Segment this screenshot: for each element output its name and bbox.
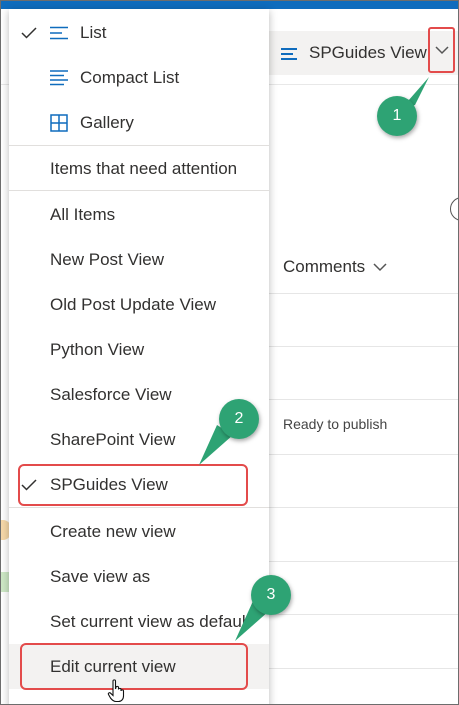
menu-item-label: Save view as	[50, 566, 151, 586]
menu-item-label: Set current view as defaul	[50, 611, 246, 631]
menu-item-compact-list[interactable]: Compact List	[9, 55, 269, 100]
row-divider	[269, 668, 458, 669]
screenshot-frame: SPGuides View Comments Ready to publish …	[0, 0, 459, 705]
menu-item-label: Compact List	[80, 67, 180, 87]
menu-item-python-view[interactable]: Python View	[9, 327, 269, 372]
compact-list-icon	[50, 69, 68, 85]
menu-item-all-items[interactable]: All Items	[9, 192, 269, 237]
row-divider	[269, 614, 458, 615]
menu-item-label: Salesforce View	[50, 384, 172, 404]
row-divider	[269, 399, 458, 400]
info-button[interactable]	[450, 197, 458, 221]
menu-item-label: Gallery	[80, 112, 134, 132]
row-divider	[269, 507, 458, 508]
row-divider	[269, 293, 458, 294]
menu-item-create-new-view[interactable]: Create new view	[9, 509, 269, 554]
view-dropdown-toggle[interactable]	[428, 27, 455, 73]
menu-item-label: SharePoint View	[50, 429, 176, 449]
highlight-spguides-view	[18, 464, 248, 506]
list-icon	[281, 47, 299, 60]
menu-item-label: List	[80, 22, 107, 42]
chevron-down-icon	[373, 262, 387, 271]
callout-badge-2: 2	[219, 399, 259, 439]
menu-item-list[interactable]: List	[9, 10, 269, 55]
menu-item-label: All Items	[50, 204, 116, 224]
menu-divider	[9, 190, 269, 191]
callout-badge-1: 1	[377, 96, 417, 136]
menu-item-label: Old Post Update View	[50, 294, 216, 314]
callout-badge-3: 3	[251, 575, 291, 615]
check-icon	[21, 26, 37, 39]
menu-item-label: New Post View	[50, 249, 165, 269]
current-view-label: SPGuides View	[309, 43, 427, 62]
menu-item-old-post-update-view[interactable]: Old Post Update View	[9, 282, 269, 327]
highlight-edit-current-view	[20, 643, 248, 690]
menu-item-new-post-view[interactable]: New Post View	[9, 237, 269, 282]
list-icon	[50, 26, 68, 39]
row-divider	[269, 454, 458, 455]
column-header-label: Comments	[283, 257, 366, 276]
chevron-down-icon	[435, 46, 449, 55]
menu-divider	[9, 507, 269, 508]
comments-cell: Ready to publish	[283, 416, 388, 432]
menu-item-label: Python View	[50, 339, 145, 359]
row-divider	[269, 346, 458, 347]
menu-item-save-view-as[interactable]: Save view as	[9, 554, 269, 599]
row-divider	[269, 561, 458, 562]
menu-item-label: Items that need attention	[50, 158, 238, 178]
view-options-menu: List Compact List Gallery Items that nee…	[9, 9, 269, 704]
suite-bar	[1, 1, 458, 9]
menu-item-set-default-view[interactable]: Set current view as defaul	[9, 599, 269, 644]
menu-item-label: Create new view	[50, 521, 176, 541]
menu-item-items-need-attention[interactable]: Items that need attention	[9, 146, 269, 191]
column-header-comments[interactable]: Comments	[283, 257, 387, 277]
hand-cursor-icon	[107, 679, 125, 703]
menu-item-gallery[interactable]: Gallery	[9, 100, 269, 145]
gallery-icon	[50, 113, 68, 132]
